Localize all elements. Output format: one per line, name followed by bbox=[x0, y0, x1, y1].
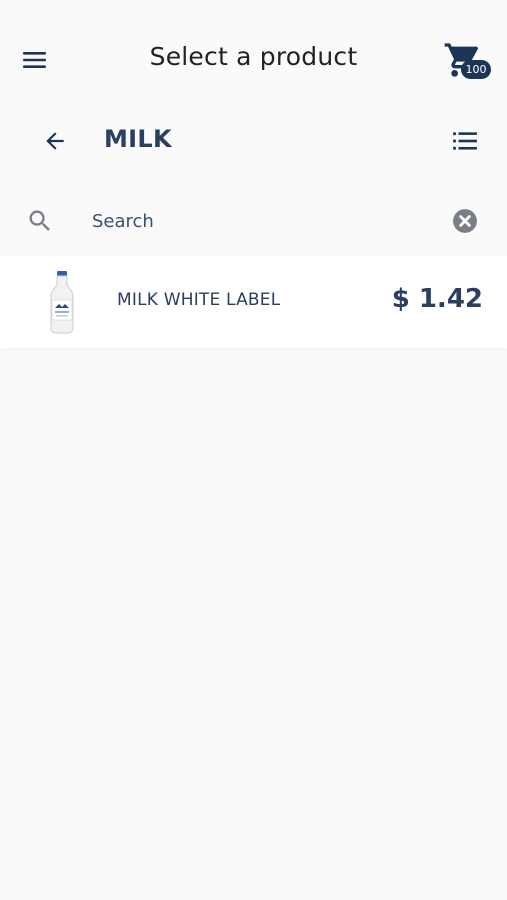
search-bar bbox=[0, 192, 507, 250]
search-icon bbox=[26, 207, 54, 235]
product-list-item[interactable]: MILK WHITE LABEL $ 1.42 bbox=[0, 256, 507, 348]
category-bar: MILK bbox=[0, 112, 507, 170]
product-price: $ 1.42 bbox=[391, 284, 483, 314]
milk-bottle-image bbox=[46, 270, 78, 334]
list-view-icon[interactable] bbox=[452, 128, 478, 154]
cart-button[interactable]: 100 bbox=[443, 40, 493, 82]
category-title: MILK bbox=[104, 125, 172, 153]
page-title: Select a product bbox=[149, 42, 358, 71]
search-input[interactable] bbox=[92, 204, 432, 238]
clear-circle-icon[interactable] bbox=[452, 208, 478, 234]
cart-count-badge: 100 bbox=[461, 60, 491, 79]
product-name: MILK WHITE LABEL bbox=[117, 290, 281, 310]
top-app-bar: Select a product 100 bbox=[0, 0, 507, 120]
arrow-left-icon[interactable] bbox=[42, 128, 68, 154]
